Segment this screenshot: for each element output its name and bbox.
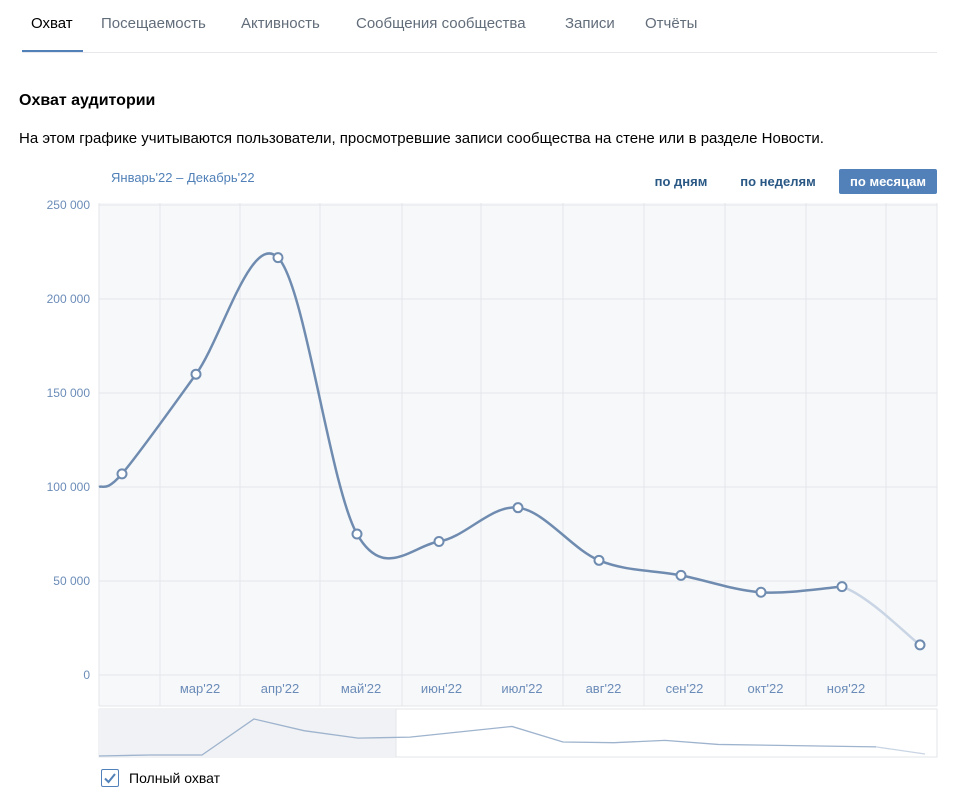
- tab-community-messages[interactable]: Сообщения сообщества: [356, 15, 526, 32]
- data-point: [272, 252, 284, 264]
- x-tick-label: мар'22: [180, 681, 220, 696]
- data-point: [116, 468, 128, 480]
- x-tick-label: ноя'22: [827, 681, 865, 696]
- x-tick-label: май'22: [341, 681, 381, 696]
- x-tick-label: апр'22: [261, 681, 299, 696]
- data-point: [351, 528, 363, 540]
- data-point: [593, 554, 605, 566]
- data-point: [914, 639, 926, 651]
- y-tick-label: 50 000: [53, 574, 90, 588]
- y-tick-label: 0: [83, 668, 90, 682]
- legend-label: Полный охват: [129, 770, 221, 786]
- y-tick-label: 200 000: [47, 292, 91, 306]
- tab-bar: Охват Посещаемость Активность Сообщения …: [22, 0, 937, 53]
- data-point: [433, 536, 445, 548]
- tab-activity[interactable]: Активность: [241, 15, 320, 32]
- active-tab-indicator: [22, 50, 83, 52]
- tab-posts[interactable]: Записи: [565, 15, 615, 32]
- data-point: [755, 586, 767, 598]
- x-tick-label: сен'22: [666, 681, 704, 696]
- data-point: [190, 368, 202, 380]
- tab-reach[interactable]: Охват: [31, 15, 73, 32]
- x-tick-label: июн'22: [421, 681, 462, 696]
- x-tick-label: окт'22: [748, 681, 784, 696]
- full-reach-checkbox[interactable]: [101, 769, 119, 787]
- section-title: Охват аудитории: [19, 92, 156, 109]
- x-tick-label: авг'22: [586, 681, 622, 696]
- x-tick-label: июл'22: [501, 681, 542, 696]
- navigator-shaded-range: [99, 709, 396, 757]
- tab-reports[interactable]: Отчёты: [645, 15, 697, 32]
- date-range-selector[interactable]: Январь'22 – Декабрь'22: [111, 170, 255, 185]
- data-point: [675, 569, 687, 581]
- data-point: [512, 502, 524, 514]
- check-icon: [104, 773, 116, 784]
- data-point: [836, 581, 848, 593]
- plot-area: [99, 203, 937, 706]
- y-tick-label: 100 000: [47, 480, 91, 494]
- y-tick-label: 250 000: [47, 198, 91, 212]
- reach-chart: 250 000 200 000 150 000 100 000 50 000 0 мар'2…: [47, 198, 938, 758]
- section-description: На этом графике учитываются пользователи…: [19, 130, 824, 147]
- y-tick-label: 150 000: [47, 386, 91, 400]
- tab-attendance[interactable]: Посещаемость: [101, 15, 206, 32]
